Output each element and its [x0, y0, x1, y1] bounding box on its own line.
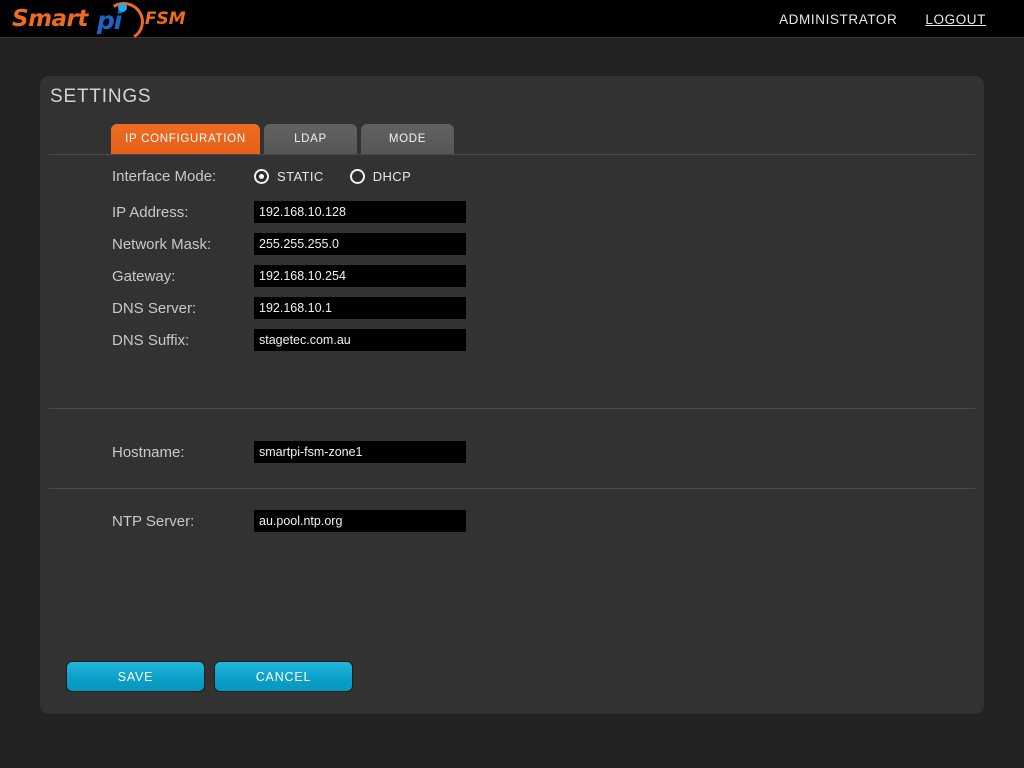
- tab-mode[interactable]: MODE: [361, 124, 454, 154]
- radio-static-icon[interactable]: [254, 168, 269, 184]
- field-gateway: Gateway:: [40, 260, 984, 292]
- field-interface-mode: Interface Mode: STATIC DHCP: [40, 156, 984, 196]
- save-button[interactable]: SAVE: [66, 661, 205, 692]
- logo-smart-text: Smart: [12, 6, 88, 32]
- top-navigation: ADMINISTRATOR LOGOUT: [779, 0, 986, 38]
- cancel-button[interactable]: CANCEL: [214, 661, 353, 692]
- app-logo[interactable]: Smart pi FSM: [12, 0, 186, 45]
- tab-mode-label: MODE: [388, 133, 427, 145]
- radio-option-dhcp[interactable]: DHCP: [349, 168, 412, 184]
- section-divider-2: [49, 488, 975, 489]
- gateway-input[interactable]: [254, 265, 466, 287]
- settings-panel: SETTINGS IP CONFIGURATION LDAP MODE Inte…: [40, 76, 984, 714]
- blue-dot-icon: [117, 3, 127, 12]
- logo-product-text: FSM: [144, 9, 186, 29]
- tab-ip-configuration-label: IP CONFIGURATION: [125, 133, 246, 145]
- hostname-input[interactable]: [254, 441, 466, 463]
- radio-dhcp-label: DHCP: [372, 168, 412, 184]
- tab-ip-configuration[interactable]: IP CONFIGURATION: [111, 124, 260, 154]
- logo-pi-mark: pi: [95, 0, 148, 45]
- dns-server-input[interactable]: [254, 297, 466, 319]
- radio-option-static[interactable]: STATIC: [254, 168, 324, 184]
- tab-ldap-label: LDAP: [294, 133, 327, 145]
- hostname-section: Hostname:: [40, 436, 984, 468]
- radio-dhcp-icon[interactable]: [349, 168, 365, 184]
- field-hostname: Hostname:: [40, 436, 984, 468]
- form-actions: SAVE CANCEL: [66, 661, 353, 692]
- field-ntp-server: NTP Server:: [40, 505, 984, 537]
- field-ip-address: IP Address:: [40, 196, 984, 228]
- field-dns-server: DNS Server:: [40, 292, 984, 324]
- settings-tabbar: IP CONFIGURATION LDAP MODE: [49, 124, 975, 155]
- logout-link[interactable]: LOGOUT: [925, 12, 986, 27]
- interface-mode-radio-group: STATIC DHCP: [254, 168, 412, 184]
- ip-address-input[interactable]: [254, 201, 466, 223]
- current-user-label: ADMINISTRATOR: [779, 11, 898, 27]
- section-divider-1: [49, 408, 975, 409]
- network-mask-input[interactable]: [254, 233, 466, 255]
- dns-suffix-input[interactable]: [254, 329, 466, 351]
- field-network-mask: Network Mask:: [40, 228, 984, 260]
- top-header-bar: Smart pi FSM ADMINISTRATOR LOGOUT: [0, 0, 1024, 45]
- ntp-section: NTP Server:: [40, 505, 984, 537]
- radio-static-label: STATIC: [277, 168, 324, 184]
- page-title: SETTINGS: [50, 86, 152, 107]
- logo-pi-text: pi: [96, 6, 122, 35]
- tab-ldap[interactable]: LDAP: [264, 124, 357, 154]
- ip-configuration-form: Interface Mode: STATIC DHCP IP Address: …: [40, 156, 984, 356]
- ntp-server-input[interactable]: [254, 510, 466, 532]
- field-dns-suffix: DNS Suffix:: [40, 324, 984, 356]
